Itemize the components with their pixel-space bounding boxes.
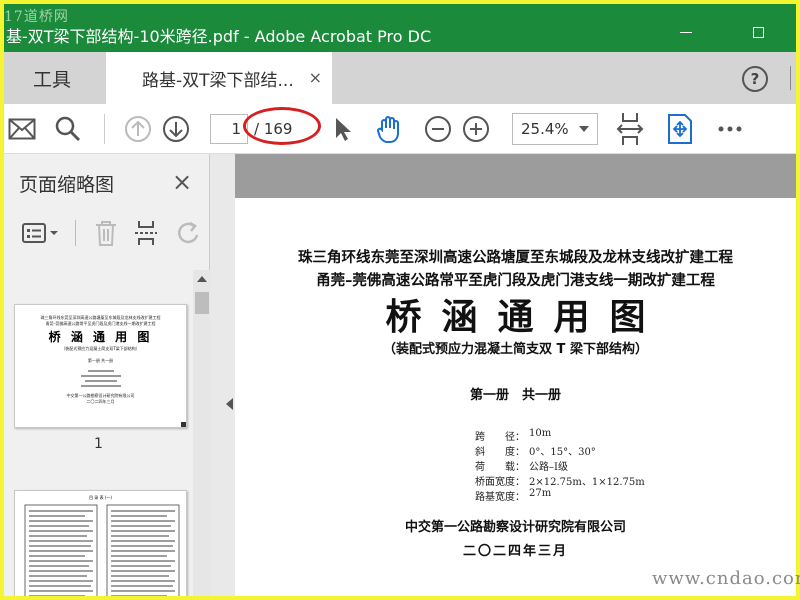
document-date: 二〇二四年三月	[462, 544, 568, 559]
document-subtitle: （装配式预应力混凝土简支双 T 梁下部结构）	[383, 342, 648, 357]
hand-tool-icon[interactable]	[373, 113, 405, 145]
tab-document-label: 路基-双T梁下部结...	[142, 70, 294, 91]
select-cursor-icon[interactable]	[326, 113, 358, 145]
extract-page-icon[interactable]	[132, 218, 160, 248]
zoom-level-value: 25.4%	[521, 120, 569, 138]
spec-value: 10m	[529, 428, 552, 439]
close-panel-icon[interactable]: ×	[172, 168, 192, 196]
thumbnail-page-number: 1	[94, 436, 103, 452]
spec-label: 斜 度：	[475, 447, 525, 458]
search-icon[interactable]	[52, 113, 84, 145]
thumb-line: 二〇二四年三月	[86, 399, 115, 404]
window-title: 基-双T梁下部结构-10米跨径.pdf - Adobe Acrobat Pro …	[6, 27, 432, 46]
minimize-icon	[680, 31, 692, 33]
document-title: 桥涵通用图	[385, 296, 666, 338]
zoom-level-dropdown[interactable]: 25.4%	[512, 113, 598, 145]
tab-bar: 工具 路基-双T梁下部结... × ?	[4, 52, 796, 104]
red-annotation-ellipse	[243, 107, 321, 145]
collapse-panel-icon[interactable]	[226, 398, 233, 410]
maximize-button[interactable]	[736, 18, 780, 46]
options-icon	[22, 223, 58, 243]
scrollbar-thumb[interactable]	[195, 292, 209, 314]
spec-label: 跨 径：	[475, 432, 525, 443]
thumb-spec-line	[80, 385, 121, 387]
spec-label: 路基宽度：	[475, 492, 525, 503]
full-screen-icon[interactable]	[664, 113, 696, 145]
spec-row: 桥面宽度： 2×12.75m、1×12.75m	[475, 473, 645, 488]
zoom-out-icon[interactable]	[422, 113, 454, 145]
fit-page-icon[interactable]	[614, 113, 646, 145]
page-gap	[235, 154, 796, 198]
divider	[74, 218, 76, 248]
page-thumbnails-panel: 页面缩略图 × 珠三角环线东莞至深圳高速公路塘厦至东城段及龙林支线改扩建工程 甬…	[4, 154, 210, 596]
minimize-button[interactable]	[664, 18, 708, 46]
tab-tools[interactable]: 工具	[4, 52, 100, 104]
table-of-contents-preview	[24, 504, 180, 596]
thumb-title: 桥 涵 通 用 图	[48, 330, 153, 344]
zoom-in-icon[interactable]	[460, 113, 492, 145]
toolbar: 1 / 169 25.4%	[4, 104, 796, 154]
spec-row: 斜 度： 0°、15°、30°	[475, 443, 596, 458]
spec-value: 27m	[529, 488, 552, 499]
help-icon[interactable]: ?	[742, 66, 768, 92]
thumb-spec-line	[87, 370, 114, 372]
spec-row: 路基宽度： 27m	[475, 488, 551, 503]
document-viewer[interactable]: 珠三角环线东莞至深圳高速公路塘厦至东城段及龙林支线改扩建工程 甬莞–莞佛高速公路…	[210, 154, 796, 596]
thumb-spec-line	[84, 380, 117, 382]
thumb-line: （装配式预应力混凝土简支双T梁下部结构）	[61, 346, 140, 351]
spec-value: 公路–Ⅰ级	[529, 462, 568, 473]
more-options-icon[interactable]	[714, 113, 746, 145]
thumb-spec-line	[80, 375, 121, 377]
project-name-line-2: 甬莞–莞佛高速公路常平至虎门段及虎门港支线一期改扩建工程	[316, 273, 715, 289]
acrobat-window: 17道桥网 基-双T梁下部结构-10米跨径.pdf - Adobe Acroba…	[4, 4, 796, 596]
divider	[104, 114, 105, 144]
organization-name: 中交第一公路勘察设计研究院有限公司	[404, 520, 626, 535]
spec-label: 荷 载：	[475, 462, 525, 473]
document-page: 珠三角环线东莞至深圳高速公路塘厦至东城段及龙林支线改扩建工程 甬莞–莞佛高速公路…	[235, 198, 796, 596]
delete-page-icon[interactable]	[92, 218, 120, 248]
volume-info: 第一册 共一册	[469, 388, 561, 403]
thumb-line: 甬莞–莞佛高速公路常平至虎门段及虎门港支线一期改扩建工程	[45, 321, 156, 326]
divider	[790, 66, 791, 90]
panel-title: 页面缩略图	[19, 174, 115, 196]
maximize-icon	[752, 26, 764, 38]
previous-page-icon[interactable]	[122, 113, 154, 145]
email-icon[interactable]	[6, 113, 38, 145]
thumbnail-scrollbar[interactable]	[193, 270, 210, 596]
chevron-down-icon	[579, 126, 589, 132]
tab-document[interactable]: 路基-双T梁下部结... ×	[106, 52, 332, 104]
thumbnail-options-button[interactable]	[20, 218, 60, 248]
next-page-icon[interactable]	[160, 113, 192, 145]
project-name-line-1: 珠三角环线东莞至深圳高速公路塘厦至东城段及龙林支线改扩建工程	[298, 250, 733, 266]
current-page-marker	[181, 422, 186, 427]
spec-row: 荷 载： 公路–Ⅰ级	[475, 458, 568, 473]
spec-value: 0°、15°、30°	[529, 447, 596, 458]
spec-label: 桥面宽度：	[475, 477, 525, 488]
scroll-up-icon[interactable]	[197, 276, 207, 282]
close-tab-icon[interactable]: ×	[309, 68, 322, 87]
rotate-page-icon[interactable]	[174, 218, 204, 248]
page-thumbnail-1[interactable]: 珠三角环线东莞至深圳高速公路塘厦至东城段及龙林支线改扩建工程 甬莞–莞佛高速公路…	[14, 304, 187, 428]
page-number-input[interactable]: 1	[210, 114, 248, 144]
site-watermark: www.cndao.com	[652, 568, 800, 589]
spec-row: 跨 径： 10m	[475, 428, 551, 443]
title-bar: 17道桥网 基-双T梁下部结构-10米跨径.pdf - Adobe Acroba…	[4, 4, 796, 52]
thumb-line: 第一册 共一册	[87, 358, 114, 363]
spec-value: 2×12.75m、1×12.75m	[529, 477, 645, 488]
page-thumbnail-2[interactable]: 目 录 表 (一)	[14, 490, 187, 596]
